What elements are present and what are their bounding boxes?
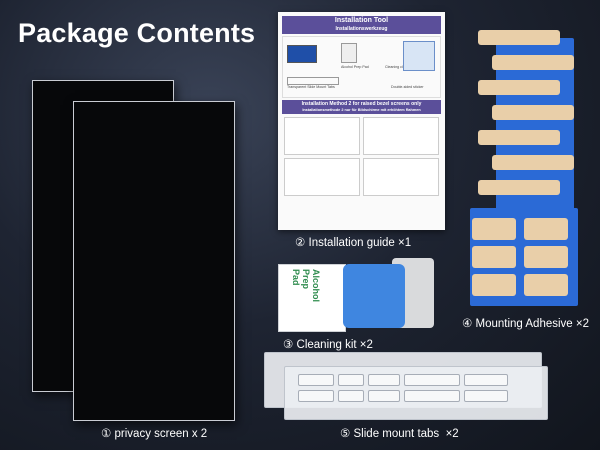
guide-step xyxy=(363,158,439,196)
adhesive-pad xyxy=(492,155,574,170)
caption-slide-mount-tabs: ⑤ Slide mount tabs ×2 xyxy=(340,426,459,440)
slide-mount-tab xyxy=(338,390,364,402)
slide-mount-tab xyxy=(298,390,334,402)
caption-mounting-adhesive: ④ Mounting Adhesive ×2 xyxy=(462,316,589,330)
caption-label: Mounting Adhesive ×2 xyxy=(475,318,589,330)
slide-mount-tab xyxy=(404,374,460,386)
slide-mount-tab xyxy=(368,390,400,402)
caption-number: ② xyxy=(295,237,306,249)
guide-step xyxy=(284,158,360,196)
slide-mount-tabs xyxy=(298,374,538,410)
adhesive-pad xyxy=(472,274,516,296)
guide-tabs-image xyxy=(287,77,339,85)
slide-mount-tab xyxy=(368,374,400,386)
caption-label: Installation guide ×1 xyxy=(308,237,412,249)
guide-adhesive-image xyxy=(403,41,435,71)
guide-tool-label: Alcohol Prep Pad xyxy=(341,65,369,69)
caption-label: privacy screen x 2 xyxy=(114,428,208,440)
guide-method-band: Installation Method 2 for raised bezel s… xyxy=(282,100,441,114)
caption-label: Slide mount tabs ×2 xyxy=(353,428,459,440)
adhesive-pads-bottom xyxy=(466,218,578,306)
prep-pad-text: Alcohol Prep Pad xyxy=(291,269,321,302)
installation-guide-sheet: Installation Tool Installationswerkzeug … xyxy=(278,12,445,230)
guide-steps xyxy=(284,117,439,196)
guide-tabs-label: Transparent Slide Mount Tabs xyxy=(287,85,335,89)
caption-number: ③ xyxy=(283,339,294,351)
guide-header-subtitle: Installationswerkzeug xyxy=(335,26,388,32)
adhesive-pad xyxy=(478,130,560,145)
caption-number: ① xyxy=(101,428,112,440)
guide-header: Installation Tool Installationswerkzeug xyxy=(282,16,441,34)
adhesive-pad xyxy=(478,80,560,95)
adhesive-pad xyxy=(524,246,568,268)
adhesive-pad xyxy=(492,55,574,70)
caption-cleaning-kit: ③ Cleaning kit ×2 xyxy=(283,337,373,351)
guide-method-subtitle: Installationsmethode 2 nur für Bildschir… xyxy=(302,108,421,112)
caption-privacy-screen: ① privacy screen x 2 xyxy=(101,426,207,440)
adhesive-pad xyxy=(478,30,560,45)
guide-step xyxy=(363,117,439,155)
guide-header-title: Installation Tool xyxy=(334,17,389,24)
slide-mount-tab xyxy=(298,374,334,386)
slide-mount-tab xyxy=(338,374,364,386)
adhesive-pad xyxy=(524,274,568,296)
slide-mount-tab xyxy=(464,374,508,386)
adhesive-pad xyxy=(492,105,574,120)
slide-mount-tab xyxy=(404,390,460,402)
guide-step xyxy=(284,117,360,155)
prep-pad-text-line1: Alcohol xyxy=(311,269,321,302)
product-image: Package Contents ① privacy screen x 2 In… xyxy=(0,0,600,450)
caption-number: ⑤ xyxy=(340,428,351,440)
prep-pad-text-line2: Prep Pad xyxy=(291,269,311,290)
caption-number: ④ xyxy=(462,318,473,330)
adhesive-pad xyxy=(478,180,560,195)
privacy-screen-front xyxy=(73,101,235,421)
page-title: Package Contents xyxy=(18,18,256,48)
dust-removal-sticker xyxy=(343,264,405,328)
adhesive-pad xyxy=(472,246,516,268)
adhesive-pad xyxy=(472,218,516,240)
adhesive-pad xyxy=(524,218,568,240)
caption-installation-guide: ② Installation guide ×1 xyxy=(295,235,411,249)
guide-tool-image xyxy=(287,45,317,63)
guide-adhesive-label: Double-sided sticker xyxy=(391,85,424,89)
slide-mount-tab xyxy=(464,390,508,402)
alcohol-prep-pad: Alcohol Prep Pad xyxy=(278,264,346,332)
caption-label: Cleaning kit ×2 xyxy=(296,339,373,351)
guide-pad-image xyxy=(341,43,357,63)
adhesive-pads-top xyxy=(478,30,574,220)
